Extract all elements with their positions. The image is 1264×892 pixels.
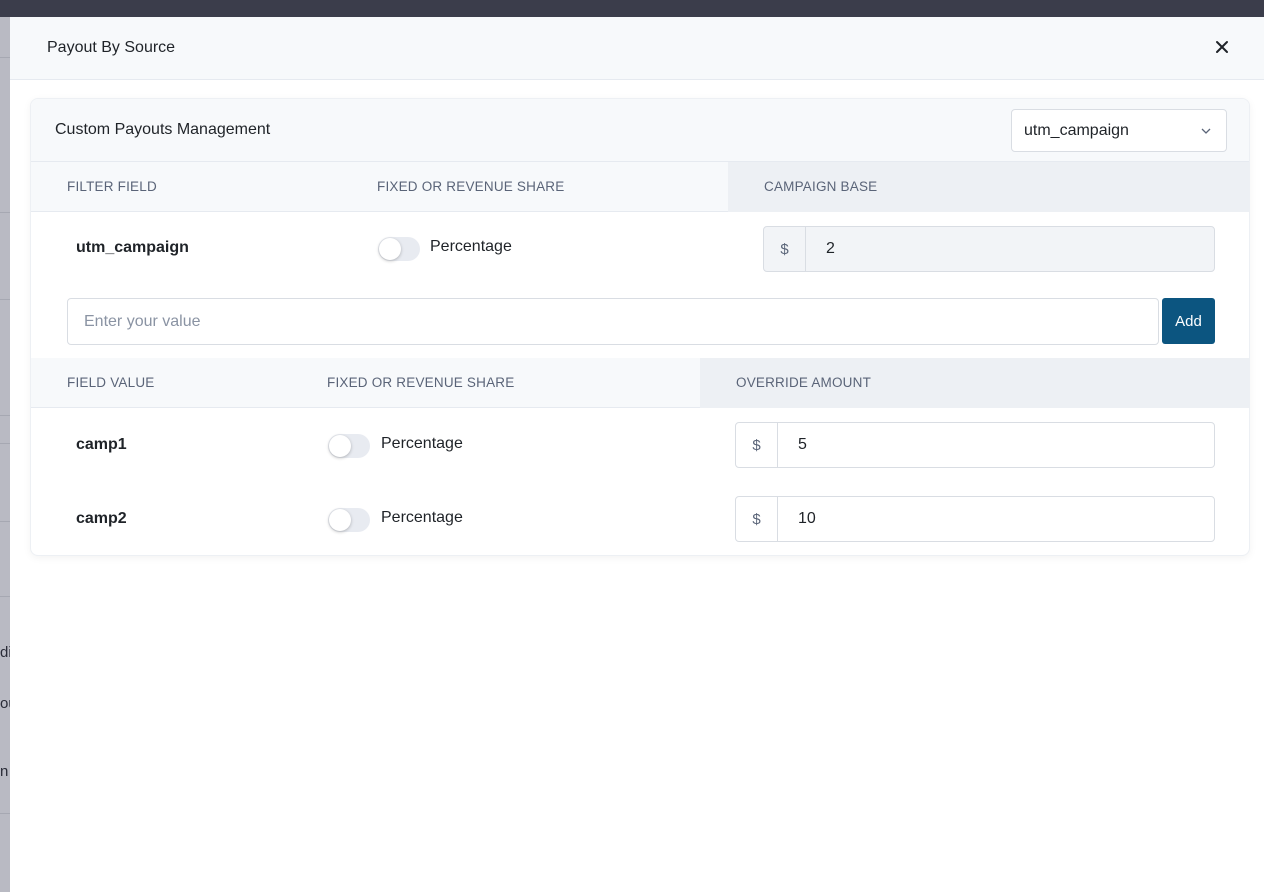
column-header-override-amount: OVERRIDE AMOUNT bbox=[736, 375, 872, 390]
close-icon bbox=[1216, 41, 1228, 53]
background-divider bbox=[0, 212, 10, 213]
background-divider bbox=[0, 415, 10, 416]
app-top-bar bbox=[0, 0, 1264, 17]
background-divider bbox=[0, 813, 10, 814]
modal-title: Payout By Source bbox=[47, 39, 176, 56]
override-row-field: camp2 bbox=[76, 510, 127, 527]
base-table-header: FILTER FIELD FIXED OR REVENUE SHARE CAMP… bbox=[31, 162, 1249, 212]
background-text: di bbox=[0, 644, 10, 661]
override-row-percentage-toggle[interactable] bbox=[328, 508, 370, 532]
base-row-field: utm_campaign bbox=[76, 239, 189, 256]
card-title: Custom Payouts Management bbox=[55, 121, 271, 138]
background-text: ou bbox=[0, 695, 10, 712]
override-row-percentage-toggle[interactable] bbox=[328, 434, 370, 458]
background-page: di ou n bbox=[0, 17, 10, 892]
currency-prefix: $ bbox=[764, 227, 806, 271]
field-value-input[interactable] bbox=[67, 298, 1159, 345]
currency-prefix: $ bbox=[736, 497, 778, 541]
custom-payouts-card: Custom Payouts Management utm_campaign F… bbox=[30, 98, 1250, 556]
column-header-fixed-or-revenue-share: FIXED OR REVENUE SHARE bbox=[377, 179, 565, 194]
campaign-base-amount-value: 2 bbox=[826, 240, 835, 257]
background-divider bbox=[0, 521, 10, 522]
column-header-fixed-or-revenue-share: FIXED OR REVENUE SHARE bbox=[327, 375, 515, 390]
add-button[interactable]: Add bbox=[1162, 298, 1215, 344]
card-header: Custom Payouts Management utm_campaign bbox=[31, 99, 1249, 162]
chevron-down-icon bbox=[1201, 128, 1211, 134]
override-row-toggle-label: Percentage bbox=[381, 435, 463, 452]
base-row-toggle-label: Percentage bbox=[430, 238, 512, 255]
override-table-header: FIELD VALUE FIXED OR REVENUE SHARE OVERR… bbox=[31, 358, 1249, 408]
toggle-knob bbox=[379, 238, 401, 260]
column-header-campaign-base: CAMPAIGN BASE bbox=[764, 179, 878, 194]
modal-header: Payout By Source bbox=[10, 17, 1264, 80]
payout-by-source-modal: Payout By Source Custom Payouts Manageme… bbox=[10, 17, 1264, 892]
override-amount-field[interactable]: $ 5 bbox=[735, 422, 1215, 468]
source-field-select[interactable]: utm_campaign bbox=[1011, 109, 1227, 152]
close-button[interactable] bbox=[1210, 35, 1234, 59]
override-row-toggle-label: Percentage bbox=[381, 509, 463, 526]
toggle-knob bbox=[329, 509, 351, 531]
currency-prefix: $ bbox=[736, 423, 778, 467]
override-amount-value: 5 bbox=[798, 436, 807, 453]
column-header-filter-field: FILTER FIELD bbox=[67, 179, 157, 194]
base-row-percentage-toggle[interactable] bbox=[378, 237, 420, 261]
background-divider bbox=[0, 443, 10, 444]
background-divider bbox=[0, 596, 10, 597]
campaign-base-amount-field[interactable]: $ 2 bbox=[763, 226, 1215, 272]
toggle-knob bbox=[329, 435, 351, 457]
source-field-select-value: utm_campaign bbox=[1024, 122, 1129, 139]
background-divider bbox=[0, 57, 10, 58]
background-divider bbox=[0, 299, 10, 300]
column-header-field-value: FIELD VALUE bbox=[67, 375, 155, 390]
override-row-field: camp1 bbox=[76, 436, 127, 453]
override-amount-value: 10 bbox=[798, 510, 816, 527]
override-amount-field[interactable]: $ 10 bbox=[735, 496, 1215, 542]
background-text: n bbox=[0, 763, 9, 780]
